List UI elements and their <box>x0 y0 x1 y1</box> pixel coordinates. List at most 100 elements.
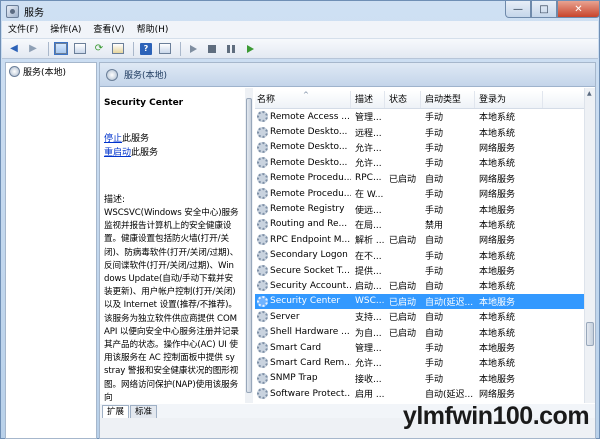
table-row[interactable]: RPC Endpoint M... 解析 ... 已启动 自动 网络服务 <box>255 232 585 247</box>
cell-text: 在局... <box>355 220 382 231</box>
scroll-up-icon[interactable]: ▲ <box>587 90 592 97</box>
minimize-button[interactable]: — <box>505 1 531 18</box>
cell-text: 自动 <box>425 328 444 339</box>
service-gear-icon <box>257 388 268 400</box>
cell-log-on-as: 本地服务 <box>475 264 543 277</box>
column-name[interactable]: 名称 ^ <box>255 91 351 108</box>
stop-service-link[interactable]: 停止 <box>104 134 122 144</box>
tab-standard[interactable]: 标准 <box>130 405 158 418</box>
menu-help[interactable]: 帮助(H) <box>131 21 175 39</box>
table-row[interactable]: Remote Access ... 管理... 手动 本地系统 <box>255 109 585 124</box>
close-button[interactable]: ✕ <box>557 1 600 18</box>
menu-view[interactable]: 查看(V) <box>87 21 130 39</box>
back-arrow-icon[interactable]: ◀ <box>6 41 22 57</box>
toolbar: ◀ ▶ ⟳ ? <box>2 39 598 59</box>
stop-service-icon[interactable] <box>204 41 220 57</box>
column-startup-type[interactable]: 启动类型 <box>421 91 475 108</box>
show-action-pane-icon[interactable] <box>157 41 173 57</box>
service-gear-icon <box>257 311 268 323</box>
column-status[interactable]: 状态 <box>385 91 421 108</box>
cell-text: 本地系统 <box>479 328 516 339</box>
table-row[interactable]: Secure Socket T... 提供... 手动 本地服务 <box>255 263 585 278</box>
cell-text: 支持... <box>355 313 382 324</box>
cell-description: 使远... <box>351 203 385 216</box>
cell-text: 自动(延迟... <box>425 297 474 308</box>
cell-text: 网络服务 <box>479 236 516 247</box>
restart-service-link[interactable]: 重启动 <box>104 148 131 158</box>
cell-startup-type: 手动 <box>421 264 475 277</box>
cell-text: 接收... <box>355 374 382 385</box>
cell-log-on-as: 网络服务 <box>475 187 543 200</box>
table-row[interactable]: Security Center WSC... 已启动 自动(延迟... 本地服务 <box>255 293 585 310</box>
cell-description: 远程... <box>351 126 385 139</box>
table-row[interactable]: Secondary Logon 在不... 手动 本地系统 <box>255 248 585 263</box>
table-row[interactable]: Remote Deskto... 允许... 手动 本地系统 <box>255 155 585 170</box>
table-row[interactable]: Remote Deskto... 远程... 手动 本地系统 <box>255 124 585 139</box>
export-list-icon[interactable] <box>110 41 126 57</box>
cell-status: 已启动 <box>385 326 421 339</box>
window-controls: — □ ✕ <box>505 1 600 19</box>
minimize-icon: — <box>513 3 523 15</box>
cell-text: 为自... <box>355 328 382 339</box>
cell-name: Remote Access ... <box>255 111 351 123</box>
table-row[interactable]: Remote Procedu... RPC... 已启动 自动 网络服务 <box>255 171 585 186</box>
table-row[interactable]: SNMP Trap 接收... 手动 本地服务 <box>255 371 585 386</box>
cell-startup-type: 手动 <box>421 126 475 139</box>
cell-text: 本地服务 <box>479 205 516 216</box>
cell-text: SNMP Trap <box>270 373 318 384</box>
cell-startup-type: 禁用 <box>421 218 475 231</box>
table-row[interactable]: Server 支持... 已启动 自动 本地系统 <box>255 309 585 324</box>
table-row[interactable]: Routing and Re... 在局... 禁用 本地系统 <box>255 217 585 232</box>
help-icon[interactable]: ? <box>138 41 154 57</box>
table-row[interactable]: Security Account... 启动... 已启动 自动 本地系统 <box>255 278 585 293</box>
cell-description: RPC... <box>351 173 385 183</box>
show-hide-icon[interactable] <box>72 41 88 57</box>
cell-text: 启用 ... <box>355 390 385 401</box>
service-gear-icon <box>257 342 268 354</box>
tree-item-services-local[interactable]: 服务(本地) <box>6 63 96 80</box>
cell-name: Smart Card <box>255 342 351 354</box>
column-description[interactable]: 描述 <box>351 91 385 108</box>
restart-service-icon[interactable] <box>242 41 258 57</box>
start-service-icon[interactable] <box>185 41 201 57</box>
cell-name: RPC Endpoint M... <box>255 234 351 246</box>
table-row[interactable]: Remote Procedu... 在 W... 手动 网络服务 <box>255 186 585 201</box>
table-row[interactable]: Remote Deskto... 允许... 手动 网络服务 <box>255 140 585 155</box>
cell-text: 在不... <box>355 251 382 262</box>
list-scrollbar[interactable]: ▲ <box>584 88 595 403</box>
service-gear-icon <box>257 141 268 153</box>
table-row[interactable]: Smart Card Rem... 允许... 手动 本地系统 <box>255 355 585 370</box>
cell-description: 允许... <box>351 356 385 369</box>
refresh-icon[interactable]: ⟳ <box>91 41 107 57</box>
cell-log-on-as: 网络服务 <box>475 172 543 185</box>
cell-log-on-as: 本地系统 <box>475 110 543 123</box>
tab-extended[interactable]: 扩展 <box>102 405 130 418</box>
table-row[interactable]: Shell Hardware ... 为自... 已启动 自动 本地系统 <box>255 324 585 339</box>
cell-text: 远程... <box>355 128 382 139</box>
cell-text: 解析 ... <box>355 236 385 247</box>
cell-name: Smart Card Rem... <box>255 357 351 369</box>
service-gear-icon <box>257 203 268 215</box>
cell-description: 启用 ... <box>351 387 385 400</box>
cell-description: 在 W... <box>351 187 385 200</box>
console-tree-icon[interactable] <box>53 41 69 57</box>
cell-name: Remote Registry <box>255 203 351 215</box>
scrollbar-thumb[interactable] <box>586 322 594 346</box>
cell-text: Remote Deskto... <box>270 142 348 153</box>
cell-name: Remote Procedu... <box>255 172 351 184</box>
cell-log-on-as: 本地服务 <box>475 372 543 385</box>
cell-description: 为自... <box>351 326 385 339</box>
cell-name: Remote Procedu... <box>255 188 351 200</box>
table-row[interactable]: Remote Registry 使远... 手动 本地服务 <box>255 201 585 216</box>
forward-arrow-icon[interactable]: ▶ <box>25 41 41 57</box>
console-tree: 服务(本地) <box>5 62 97 439</box>
menu-file[interactable]: 文件(F) <box>2 21 44 39</box>
pane-title: 服务(本地) <box>124 71 168 81</box>
menu-action[interactable]: 操作(A) <box>44 21 87 39</box>
column-log-on-as[interactable]: 登录为 <box>475 91 543 108</box>
maximize-button[interactable]: □ <box>531 1 557 18</box>
cell-log-on-as: 本地服务 <box>475 341 543 354</box>
site-watermark: ylmfwin100.com <box>402 401 590 430</box>
table-row[interactable]: Smart Card 管理... 手动 本地服务 <box>255 340 585 355</box>
pause-service-icon[interactable] <box>223 41 239 57</box>
